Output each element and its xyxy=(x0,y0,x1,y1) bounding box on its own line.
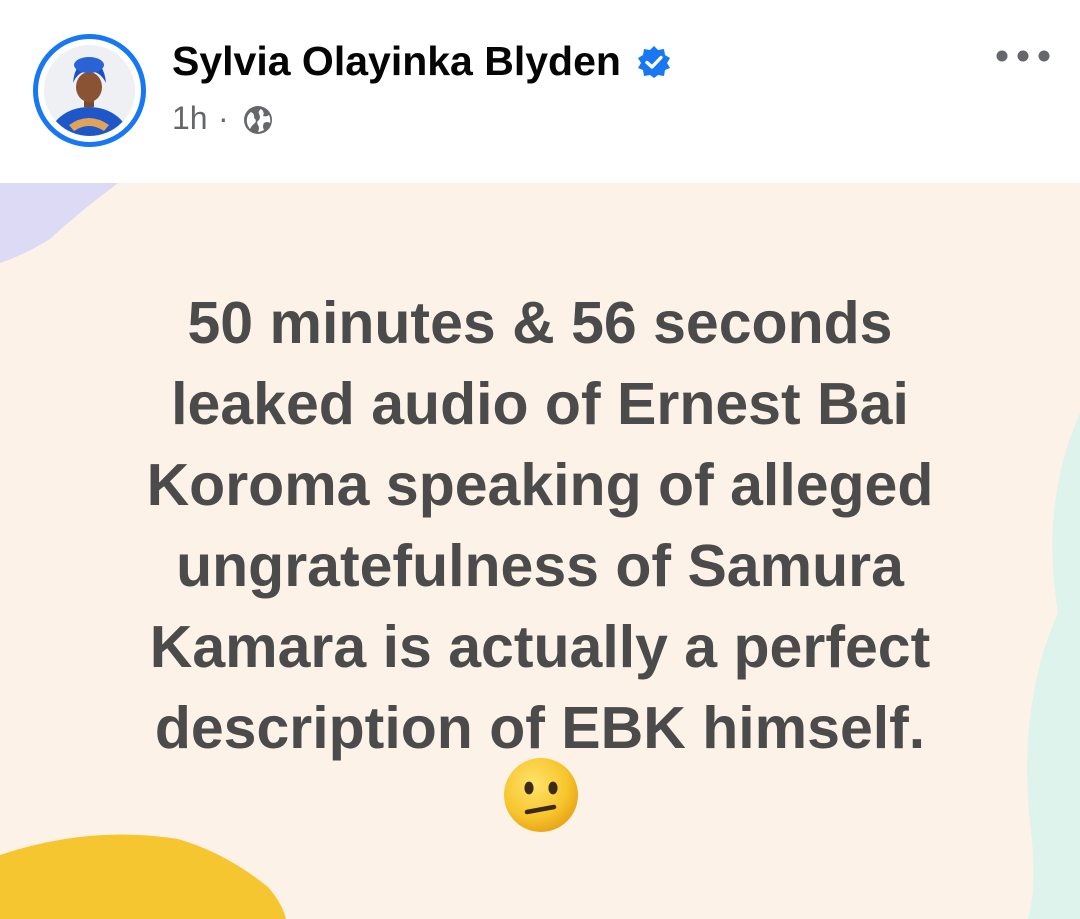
avatar[interactable] xyxy=(44,45,135,136)
post-text-line: ungratefulness of Samura xyxy=(176,533,904,599)
post-text: 50 minutes & 56 seconds leaked audio of … xyxy=(60,283,1020,769)
author-name[interactable]: Sylvia Olayinka Blyden xyxy=(172,38,621,85)
post-text-line: 50 minutes & 56 seconds xyxy=(187,290,893,356)
verified-badge-icon xyxy=(638,46,670,78)
globe-icon[interactable] xyxy=(242,104,274,136)
post-text-line: leaked audio of Ernest Bai xyxy=(171,371,909,437)
avatar-story-ring[interactable] xyxy=(33,34,146,147)
post-text-background: 50 minutes & 56 seconds leaked audio of … xyxy=(0,183,1080,919)
more-options-icon xyxy=(996,50,1050,62)
neutral-face-emoji-icon xyxy=(504,758,578,832)
post-header: Sylvia Olayinka Blyden 1h · xyxy=(0,0,1080,183)
post-timestamp[interactable]: 1h xyxy=(172,100,208,137)
avatar-photo xyxy=(44,45,135,136)
post-text-line: Koroma speaking of alleged xyxy=(146,452,934,518)
meta-separator: · xyxy=(218,100,229,136)
post-text-line: Kamara is actually a perfect xyxy=(149,614,931,680)
more-options-button[interactable] xyxy=(992,36,1058,76)
